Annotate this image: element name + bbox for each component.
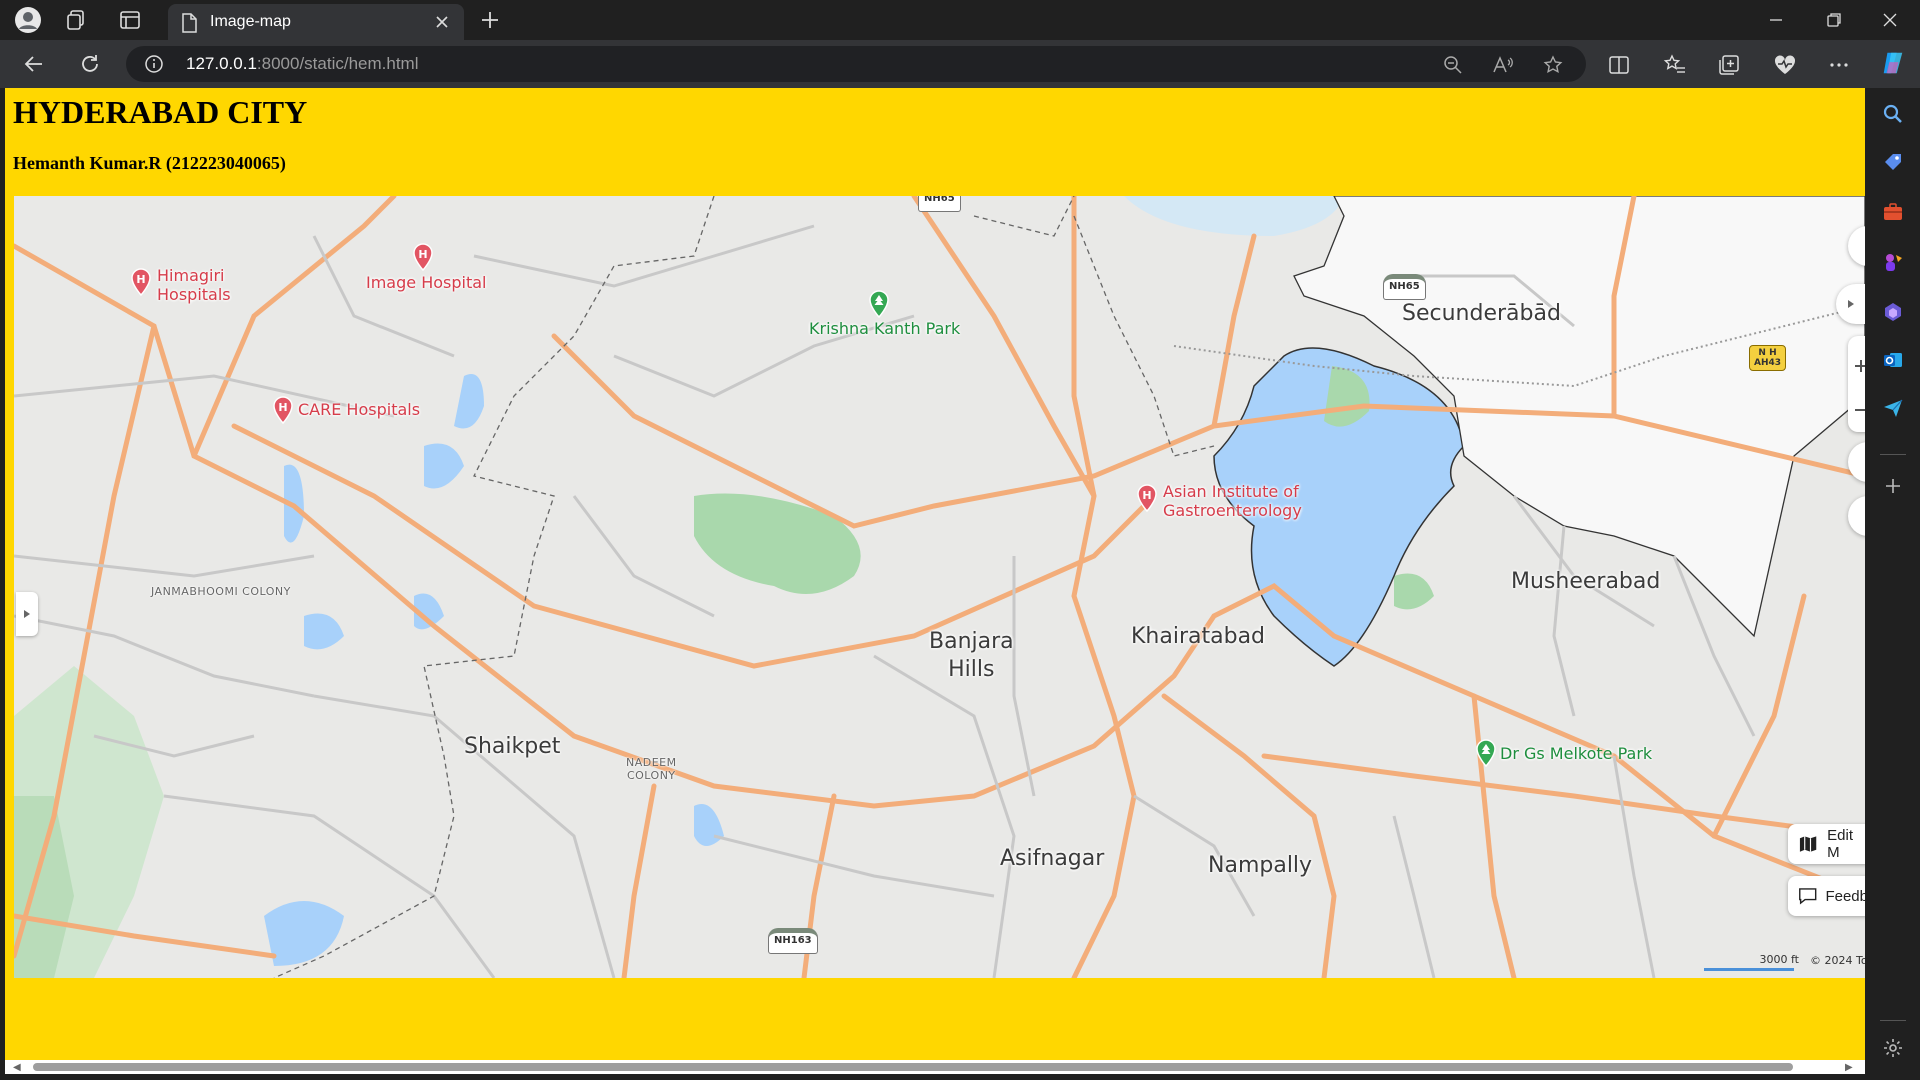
- page-icon: [180, 13, 198, 33]
- nh65-shield: NH65: [1383, 274, 1426, 300]
- edit-map-label: Edit M: [1827, 827, 1853, 861]
- map-icon: [1799, 836, 1817, 852]
- read-aloud-icon[interactable]: [1492, 54, 1514, 76]
- hospital-pin-icon[interactable]: H: [130, 268, 152, 296]
- banjara-green-area: [694, 493, 861, 594]
- page-heading: HYDERABAD CITY: [13, 94, 308, 130]
- nh163-shield: NH163: [768, 928, 818, 954]
- sidebar-divider: [1880, 454, 1906, 455]
- tab-title: Image-map: [210, 13, 291, 30]
- page-subheading: Hemanth Kumar.R (212223040065): [13, 153, 286, 173]
- scroll-left-icon[interactable]: ◀: [13, 1062, 21, 1073]
- zoom-out-icon[interactable]: [1442, 54, 1464, 76]
- hospital-pin-icon[interactable]: H: [412, 243, 434, 271]
- tab-image-map[interactable]: Image-map: [168, 4, 464, 40]
- minimize-icon[interactable]: [1762, 8, 1790, 32]
- search-icon[interactable]: [1879, 100, 1907, 128]
- label-care-hospitals[interactable]: CARE Hospitals: [298, 400, 420, 419]
- outlook-icon[interactable]: [1879, 346, 1907, 374]
- label-asifnagar[interactable]: Asifnagar: [1000, 846, 1104, 871]
- label-image-hospital[interactable]: Image Hospital: [366, 273, 486, 292]
- label-nampally[interactable]: Nampally: [1208, 853, 1312, 878]
- copilot-sidebar-icon[interactable]: [1879, 298, 1907, 326]
- feedback-label: Feedb: [1825, 887, 1865, 905]
- favorite-star-icon[interactable]: [1542, 54, 1564, 76]
- label-secunderabad[interactable]: Secunderābād: [1402, 301, 1561, 326]
- add-sidebar-app-icon[interactable]: [1879, 472, 1907, 500]
- title-bar: Image-map: [0, 0, 1920, 40]
- map-scale: 3000 ft: [1704, 953, 1799, 971]
- label-janmabhoomi-colony[interactable]: JANMABHOOMI COLONY: [151, 585, 291, 598]
- browser-essentials-icon[interactable]: [1772, 52, 1798, 78]
- send-icon[interactable]: [1879, 394, 1907, 422]
- sidebar-settings-icon[interactable]: [1879, 1034, 1907, 1062]
- profile-icon[interactable]: [14, 6, 42, 34]
- svg-text:H: H: [278, 401, 287, 414]
- label-nadeem-colony[interactable]: NADEEM COLONY: [626, 756, 677, 782]
- site-info-icon[interactable]: [144, 54, 164, 74]
- url-text[interactable]: 127.0.0.1:8000/static/hem.html: [186, 54, 418, 74]
- sidebar-divider: [1880, 1020, 1906, 1021]
- city-image-map[interactable]: H Himagiri Hospitals H Image Hospital H …: [14, 196, 1865, 978]
- ah43-shield: N H AH43: [1749, 345, 1787, 371]
- park-pin-icon[interactable]: [868, 290, 890, 318]
- scale-label: 3000 ft: [1759, 953, 1799, 966]
- tools-briefcase-icon[interactable]: [1879, 198, 1907, 226]
- close-window-icon[interactable]: [1876, 8, 1904, 32]
- address-bar[interactable]: 127.0.0.1:8000/static/hem.html: [126, 46, 1586, 82]
- hospital-pin-icon[interactable]: H: [272, 396, 294, 424]
- svg-text:H: H: [1142, 489, 1151, 502]
- svg-text:H: H: [418, 248, 427, 261]
- label-musheerabad[interactable]: Musheerabad: [1511, 569, 1660, 594]
- label-khairatabad[interactable]: Khairatabad: [1131, 624, 1265, 649]
- feedback-button[interactable]: Feedb: [1788, 876, 1865, 916]
- horizontal-scrollbar[interactable]: ◀ ▶: [5, 1060, 1865, 1074]
- label-melkote-park[interactable]: Dr Gs Melkote Park: [1500, 744, 1652, 763]
- refresh-icon[interactable]: [76, 50, 104, 78]
- park-pin-icon[interactable]: [1475, 739, 1497, 767]
- scroll-thumb[interactable]: [33, 1063, 1793, 1071]
- tab-actions-icon[interactable]: [116, 6, 144, 34]
- nh65-top-shield: NH65: [918, 196, 961, 212]
- scale-bar: [1704, 968, 1794, 971]
- zoom-control[interactable]: [1848, 336, 1865, 432]
- label-asian-institute[interactable]: Asian Institute of Gastroenterology: [1163, 482, 1302, 520]
- collections-icon[interactable]: [1716, 52, 1742, 78]
- split-screen-icon[interactable]: [1606, 52, 1632, 78]
- close-tab-icon[interactable]: [432, 12, 452, 32]
- feedback-icon: [1799, 888, 1817, 905]
- map-attribution: © 2024 To: [1810, 954, 1865, 967]
- new-tab-icon[interactable]: [478, 8, 502, 32]
- edit-map-button[interactable]: Edit M: [1788, 824, 1865, 864]
- label-himagiri-hospitals[interactable]: Himagiri Hospitals: [157, 266, 231, 304]
- restore-icon[interactable]: [1820, 8, 1848, 32]
- browser-toolbar: 127.0.0.1:8000/static/hem.html: [0, 40, 1920, 88]
- scroll-right-icon[interactable]: ▶: [1845, 1062, 1853, 1073]
- workspaces-icon[interactable]: [62, 6, 90, 34]
- games-icon[interactable]: [1879, 248, 1907, 276]
- hospital-pin-icon[interactable]: H: [1136, 484, 1158, 512]
- left-panel-toggle[interactable]: [16, 592, 38, 636]
- favorites-icon[interactable]: [1662, 52, 1688, 78]
- copilot-icon[interactable]: [1880, 50, 1906, 76]
- edge-sidebar: [1866, 88, 1920, 1080]
- more-menu-icon[interactable]: [1826, 52, 1852, 78]
- back-icon[interactable]: [20, 50, 48, 78]
- label-banjara-hills[interactable]: Banjara Hills: [929, 628, 1014, 684]
- label-krishna-kanth-park[interactable]: Krishna Kanth Park: [809, 319, 960, 338]
- shopping-tag-icon[interactable]: [1879, 148, 1907, 176]
- page-viewport: HYDERABAD CITY Hemanth Kumar.R (21222304…: [5, 88, 1865, 1060]
- svg-text:H: H: [136, 273, 145, 286]
- label-shaikpet[interactable]: Shaikpet: [464, 734, 560, 759]
